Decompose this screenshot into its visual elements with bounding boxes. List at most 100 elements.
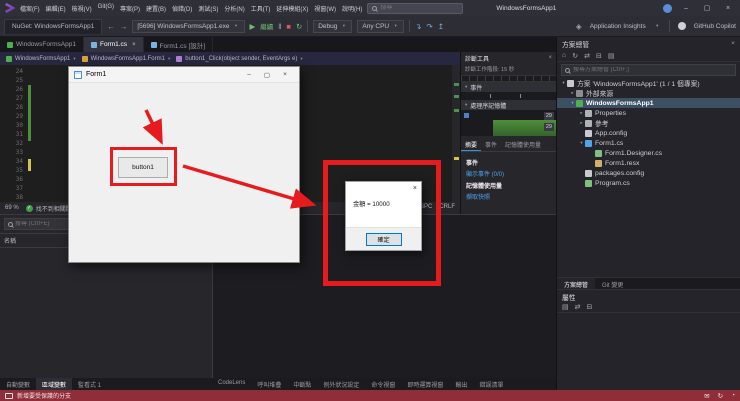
- menu-item-8[interactable]: 分析(N): [224, 4, 244, 13]
- chevron-down-icon[interactable]: ▾: [578, 140, 585, 146]
- show-events-link[interactable]: 顯示事件 (0/0): [466, 169, 551, 178]
- close-button[interactable]: ×: [721, 5, 735, 12]
- bottom-right-tab-6[interactable]: 輸出: [449, 378, 473, 390]
- bottom-right-tab-1[interactable]: 呼叫堆疊: [251, 378, 287, 390]
- line-ending[interactable]: CRLF: [439, 204, 455, 213]
- close-tab-icon[interactable]: ×: [132, 42, 136, 48]
- tree-node-app-config[interactable]: App.config: [557, 128, 740, 138]
- solution-explorer-search-input[interactable]: [573, 67, 732, 73]
- message-box[interactable]: × 金額 = 10000 確定: [345, 181, 422, 251]
- tab-git-changes[interactable]: Git 變更: [595, 278, 630, 289]
- zoom-level[interactable]: 69 %: [5, 205, 19, 211]
- collapse-all-icon[interactable]: ⊟: [596, 52, 602, 60]
- step-over-icon[interactable]: ↷: [426, 22, 432, 31]
- application-insights-label[interactable]: Application Insights: [590, 23, 646, 30]
- menu-item-7[interactable]: 測試(S): [198, 4, 218, 13]
- platform-dropdown[interactable]: Any CPU ▾: [357, 19, 405, 33]
- search-input[interactable]: [380, 5, 459, 11]
- quick-search-box[interactable]: [367, 2, 464, 14]
- menu-item-5[interactable]: 建置(B): [146, 4, 166, 13]
- navigate-back-icon[interactable]: ←: [107, 22, 115, 31]
- nuget-document-tab[interactable]: NuGet: WindowsFormsApp1: [4, 18, 103, 34]
- minimize-button[interactable]: –: [679, 5, 693, 12]
- tree-node-external-sources[interactable]: ▸ 外部來源: [557, 88, 740, 98]
- step-into-icon[interactable]: ↴: [415, 22, 421, 31]
- bottom-right-tab-2[interactable]: 中斷點: [287, 378, 317, 390]
- diagnostics-tab-1[interactable]: 事件: [481, 138, 501, 151]
- bottom-right-tab-7[interactable]: 錯誤清單: [473, 378, 509, 390]
- pause-icon[interactable]: ‖: [278, 22, 281, 31]
- bottom-right-tab-4[interactable]: 命令視窗: [365, 378, 401, 390]
- tree-node-packages-config[interactable]: packages.config: [557, 168, 740, 178]
- menu-item-2[interactable]: 檢視(V): [72, 4, 92, 13]
- tab-form1-design[interactable]: Form1.cs [設計]: [144, 37, 214, 52]
- menu-item-10[interactable]: 延伸模組(X): [276, 4, 308, 13]
- bottom-left-tab-2[interactable]: 監看式 1: [72, 378, 107, 390]
- process-dropdown[interactable]: [5696] WindowsFormsApp1.exe ▾: [132, 19, 245, 33]
- ok-button[interactable]: 確定: [365, 232, 402, 246]
- notifications-bell-icon[interactable]: ◔: [731, 392, 735, 399]
- maximize-button[interactable]: ▢: [700, 4, 714, 12]
- bottom-right-tab-3[interactable]: 例外狀況設定: [317, 378, 365, 390]
- diagnostics-tab-2[interactable]: 記憶體使用量: [501, 138, 545, 151]
- sync-status-icon[interactable]: ↻: [718, 392, 723, 400]
- bottom-left-tab-0[interactable]: 自動變數: [0, 378, 36, 390]
- form1-app-window[interactable]: Form1 – ▢ × button1: [68, 66, 300, 263]
- form-close-button[interactable]: ×: [276, 71, 294, 79]
- navigate-forward-icon[interactable]: →: [120, 22, 128, 31]
- close-icon[interactable]: ×: [548, 55, 552, 61]
- feedback-icon[interactable]: ✉: [704, 392, 709, 400]
- tree-node-form1-cs[interactable]: ▾ Form1.cs: [557, 138, 740, 148]
- events-section-header[interactable]: ▾ 事件: [461, 82, 556, 92]
- form-minimize-button[interactable]: –: [240, 71, 258, 79]
- continue-icon[interactable]: ▶: [250, 22, 256, 31]
- categorized-view-icon[interactable]: ▤: [562, 303, 569, 311]
- chevron-right-icon[interactable]: ▸: [578, 110, 585, 116]
- menu-item-0[interactable]: 檔案(F): [20, 4, 40, 13]
- form-maximize-button[interactable]: ▢: [258, 71, 276, 79]
- close-icon[interactable]: ×: [731, 40, 735, 47]
- continue-label[interactable]: 繼續: [260, 21, 273, 31]
- bottom-left-tab-1[interactable]: 區域變數: [36, 378, 73, 390]
- take-snapshot-link[interactable]: 擷取快照: [466, 192, 551, 201]
- menu-item-11[interactable]: 視窗(W): [314, 4, 336, 13]
- tree-node-program-cs[interactable]: Program.cs: [557, 178, 740, 188]
- tab-windowsformsapp1[interactable]: WindowsFormsApp1: [0, 37, 84, 52]
- tab-form1-cs[interactable]: Form1.cs ×: [83, 37, 144, 52]
- tree-node-references[interactable]: ▸ 參考: [557, 118, 740, 128]
- breadcrumb-project-dropdown[interactable]: WindowsFormsApp1 ▾: [6, 55, 76, 62]
- chevron-down-icon[interactable]: ▾: [654, 23, 661, 29]
- chevron-right-icon[interactable]: ▸: [569, 90, 576, 96]
- refresh-icon[interactable]: ↻: [572, 52, 578, 60]
- button1[interactable]: button1: [118, 157, 168, 178]
- solution-explorer-search-box[interactable]: [561, 64, 736, 76]
- account-avatar[interactable]: [663, 3, 672, 13]
- chevron-down-icon[interactable]: ▾: [560, 80, 567, 86]
- stop-debug-icon[interactable]: ■: [286, 22, 291, 31]
- menu-item-9[interactable]: 工具(T): [251, 4, 271, 13]
- status-message[interactable]: 新增要受保護的分支: [17, 391, 71, 400]
- tree-node-form1-resx[interactable]: Form1.resx: [557, 158, 740, 168]
- chevron-right-icon[interactable]: ▸: [578, 120, 585, 126]
- tab-solution-explorer[interactable]: 方案總管: [557, 278, 596, 289]
- menu-item-1[interactable]: 編輯(E): [46, 4, 66, 13]
- step-out-icon[interactable]: ↥: [438, 22, 444, 31]
- bottom-right-tab-5[interactable]: 即時運算視窗: [401, 378, 449, 390]
- process-memory-section-header[interactable]: ▾ 處理序記憶體: [461, 100, 556, 110]
- tree-node-properties[interactable]: ▸ Properties: [557, 108, 740, 118]
- chevron-down-icon[interactable]: ▾: [569, 100, 576, 106]
- properties-icon[interactable]: ▤: [608, 52, 615, 60]
- properties-settings-icon[interactable]: ⊟: [587, 303, 593, 311]
- sort-icon[interactable]: ⇄: [575, 303, 581, 311]
- breadcrumb-member-dropdown[interactable]: button1_Click(object sender, EventArgs e…: [176, 55, 303, 62]
- bottom-right-tab-0[interactable]: CodeLens: [212, 378, 251, 390]
- menu-item-12[interactable]: 說明(H): [342, 4, 362, 13]
- menu-item-3[interactable]: Git(G): [98, 4, 114, 13]
- sync-with-active-document-icon[interactable]: ⇄: [584, 52, 590, 60]
- home-icon[interactable]: ⌂: [562, 52, 566, 59]
- tree-node-project[interactable]: ▾ WindowsFormsApp1: [557, 98, 740, 108]
- tree-node-form1-designer-cs[interactable]: Form1.Designer.cs: [557, 148, 740, 158]
- tree-node-solution[interactable]: ▾ 方案 'WindowsFormsApp1' (1 / 1 個專案): [557, 78, 740, 88]
- github-copilot-label[interactable]: GitHub Copilot: [694, 23, 736, 30]
- configuration-dropdown[interactable]: Debug ▾: [313, 19, 353, 33]
